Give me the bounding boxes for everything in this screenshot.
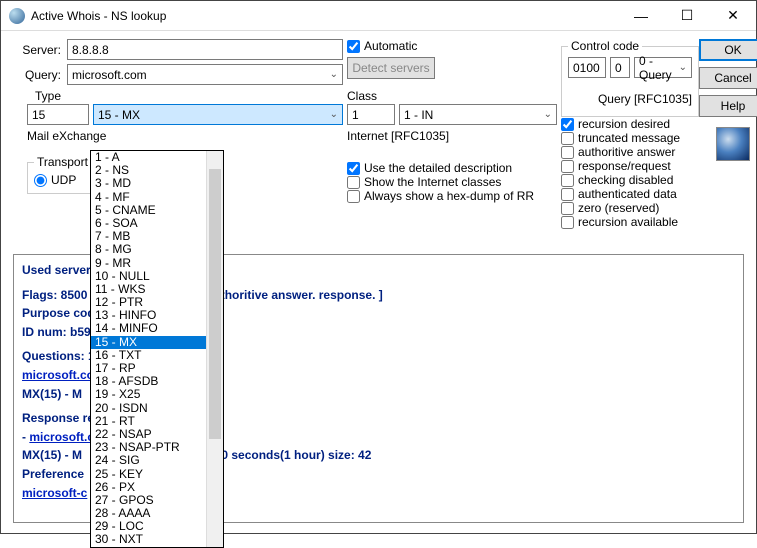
window-title: Active Whois - NS lookup <box>31 9 618 23</box>
udp-radio[interactable]: UDP <box>34 173 94 187</box>
internet-label: Internet [RFC1035] <box>347 129 557 143</box>
dropdown-item[interactable]: 14 - MINFO <box>91 322 206 335</box>
recursion-desired-checkbox[interactable]: recursion desired <box>561 117 689 131</box>
dropdown-item[interactable]: 4 - MF <box>91 191 206 204</box>
scrollbar-thumb[interactable] <box>209 169 221 439</box>
cc3-combo[interactable]: 0 - Query⌄ <box>634 57 692 78</box>
mail-exchange-label: Mail eXchange <box>27 129 343 143</box>
dropdown-item[interactable]: 8 - MG <box>91 243 206 256</box>
query-combo[interactable]: microsoft.com⌄ <box>67 64 343 85</box>
response-checkbox[interactable]: response/request <box>561 159 689 173</box>
results-link-1[interactable]: microsoft.co <box>22 368 94 382</box>
checking-checkbox[interactable]: checking disabled <box>561 173 689 187</box>
results-link-3[interactable]: microsoft-c <box>22 486 87 500</box>
recursion-avail-checkbox[interactable]: recursion available <box>561 215 689 229</box>
zero-checkbox[interactable]: zero (reserved) <box>561 201 689 215</box>
chevron-down-icon: ⌄ <box>544 109 552 120</box>
dropdown-item[interactable]: 10 - NULL <box>91 270 206 283</box>
truncated-checkbox[interactable]: truncated message <box>561 131 689 145</box>
dropdown-item[interactable]: 25 - KEY <box>91 468 206 481</box>
dropdown-item[interactable]: 24 - SIG <box>91 454 206 467</box>
cc1-input[interactable] <box>568 57 606 78</box>
dropdown-item[interactable]: 19 - X25 <box>91 388 206 401</box>
class-label: Class <box>347 89 557 103</box>
type-dropdown-list[interactable]: 1 - A2 - NS3 - MD4 - MF5 - CNAME6 - SOA7… <box>90 150 224 548</box>
close-button[interactable]: ✕ <box>710 1 756 31</box>
dropdown-item[interactable]: 30 - NXT <box>91 533 206 546</box>
globe-icon <box>716 127 750 161</box>
chevron-down-icon: ⌄ <box>330 109 338 120</box>
type-code-input[interactable] <box>27 104 89 125</box>
app-icon <box>9 8 25 24</box>
hexdump-checkbox[interactable]: Always show a hex-dump of RR <box>347 189 557 203</box>
cc2-input[interactable] <box>610 57 630 78</box>
minimize-button[interactable]: — <box>618 1 664 31</box>
type-name-combo[interactable]: 15 - MX⌄ <box>93 104 343 125</box>
scrollbar[interactable] <box>206 151 223 547</box>
dropdown-item[interactable]: 3 - MD <box>91 177 206 190</box>
chevron-down-icon: ⌄ <box>679 62 687 73</box>
query-rfc-label: Query [RFC1035] <box>568 92 692 106</box>
authoritive-checkbox[interactable]: authoritive answer <box>561 145 689 159</box>
detailed-checkbox[interactable]: Use the detailed description <box>347 161 557 175</box>
automatic-checkbox[interactable]: Automatic <box>347 39 417 53</box>
control-code-legend: Control code <box>568 39 642 53</box>
dropdown-item[interactable]: 9 - MR <box>91 257 206 270</box>
cancel-button[interactable]: Cancel <box>699 67 757 89</box>
chevron-down-icon: ⌄ <box>330 69 338 80</box>
maximize-button[interactable]: ☐ <box>664 1 710 31</box>
server-label: Server: <box>13 43 61 57</box>
dropdown-item[interactable]: 5 - CNAME <box>91 204 206 217</box>
server-combo[interactable]: 8.8.8.8 <box>67 39 343 60</box>
dropdown-item[interactable]: 21 - RT <box>91 415 206 428</box>
ok-button[interactable]: OK <box>699 39 757 61</box>
dropdown-item[interactable]: 20 - ISDN <box>91 402 206 415</box>
transport-legend: Transport <box>34 155 91 169</box>
help-button[interactable]: Help <box>699 95 757 117</box>
dropdown-item[interactable]: 26 - PX <box>91 481 206 494</box>
query-label: Query: <box>13 68 61 82</box>
authenticated-checkbox[interactable]: authenticated data <box>561 187 689 201</box>
class-name-combo[interactable]: 1 - IN⌄ <box>399 104 557 125</box>
dropdown-item[interactable]: 15 - MX <box>91 336 206 349</box>
detect-servers-button: Detect servers <box>347 57 435 79</box>
class-code-input[interactable] <box>347 104 395 125</box>
type-label: Type <box>35 89 343 103</box>
results-link-2[interactable]: microsoft.c <box>29 430 94 444</box>
show-classes-checkbox[interactable]: Show the Internet classes <box>347 175 557 189</box>
